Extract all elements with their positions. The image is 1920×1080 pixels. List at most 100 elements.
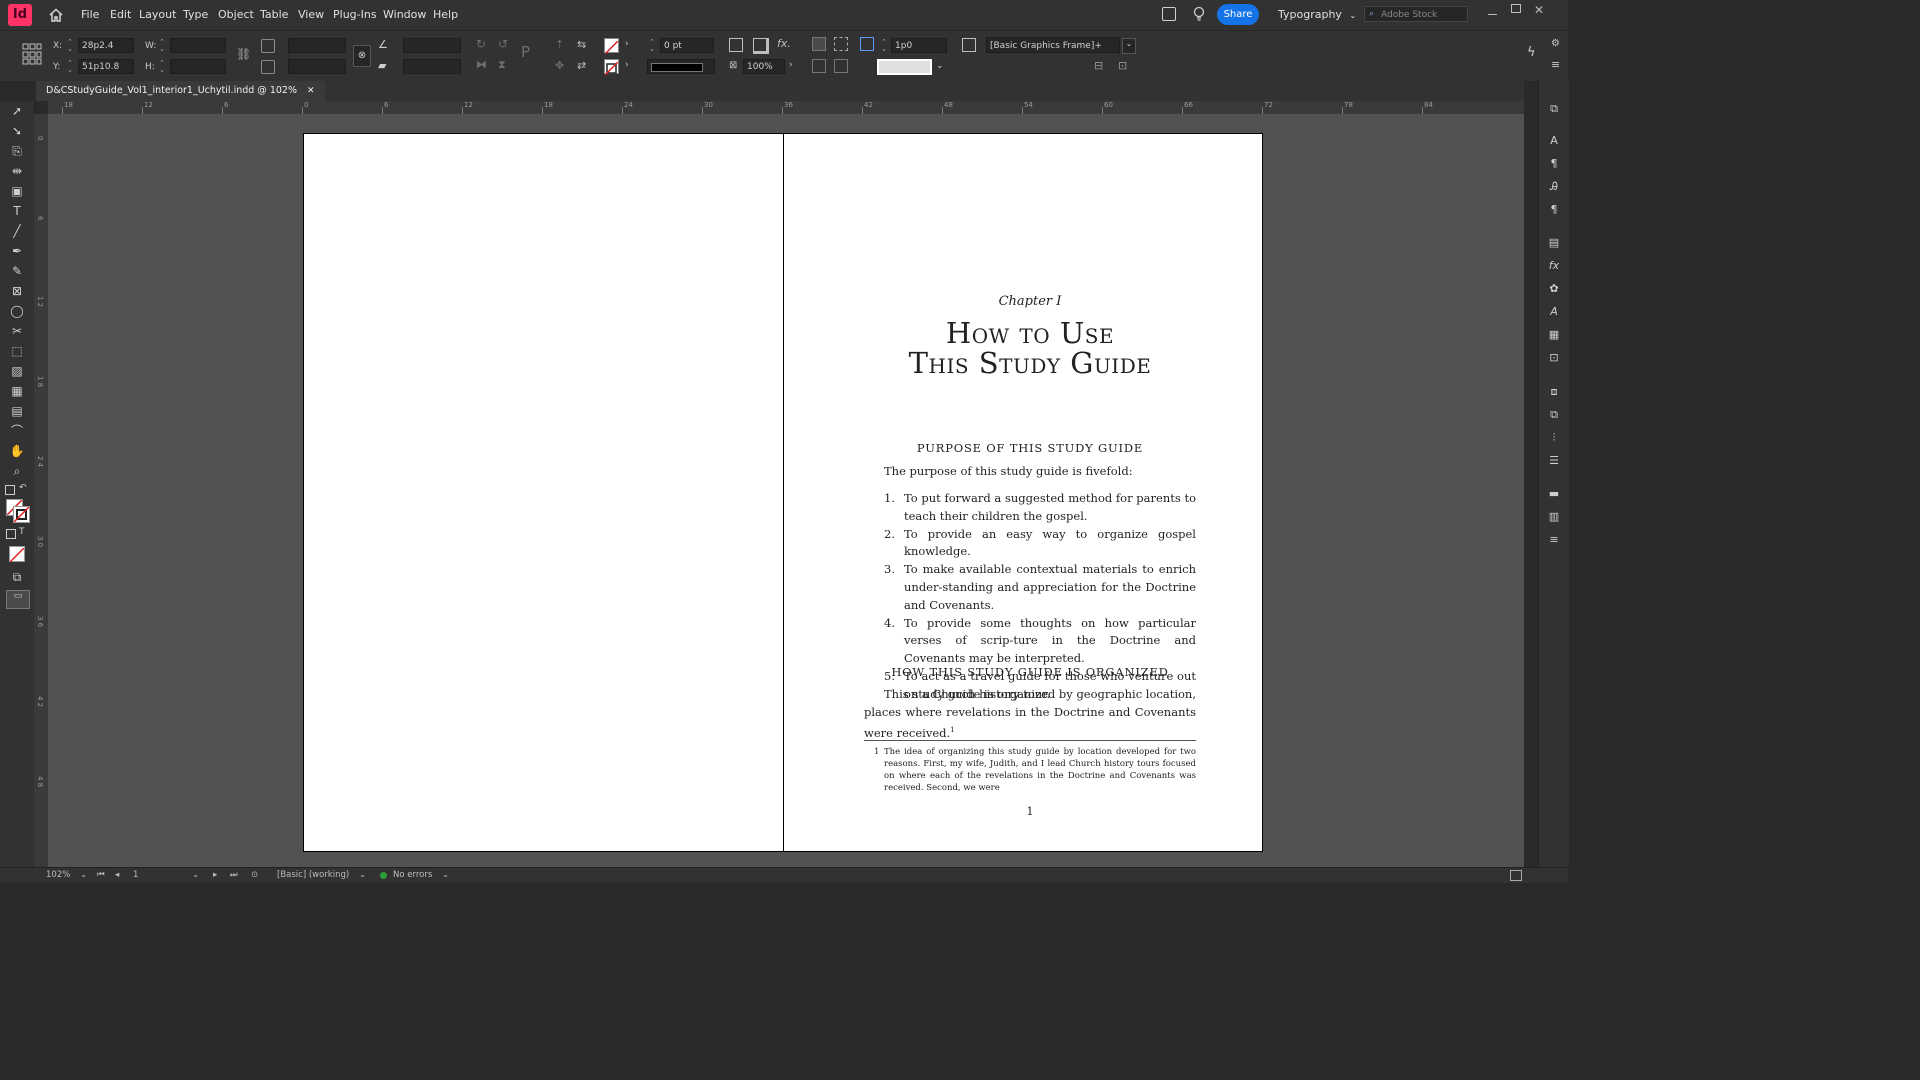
fill-swatch-chevron-icon[interactable]: › xyxy=(625,39,629,49)
panel-menu-icon[interactable]: ≡ xyxy=(1551,58,1560,71)
lightbulb-icon[interactable] xyxy=(1193,6,1205,22)
zoom-level[interactable]: 102% xyxy=(46,870,70,880)
menu-file[interactable]: File xyxy=(81,8,99,21)
y-position-field[interactable]: 51p10.8 xyxy=(78,59,134,74)
minimize-icon[interactable] xyxy=(1488,14,1497,15)
text-wrap-none-icon[interactable] xyxy=(812,37,826,51)
menu-object[interactable]: Object xyxy=(218,8,254,21)
pages-panel-icon[interactable]: ⧉ xyxy=(1547,103,1561,115)
shear-angle-field[interactable] xyxy=(403,59,461,74)
free-transform-tool-icon[interactable]: ⬚ xyxy=(9,344,25,358)
preflight-errors[interactable]: No errors xyxy=(393,870,432,880)
flip-horizontal-icon[interactable]: ⧓ xyxy=(476,58,487,71)
menu-edit[interactable]: Edit xyxy=(110,8,131,21)
formatting-text-icon[interactable]: T xyxy=(19,527,25,537)
stroke-swatch-chevron-icon[interactable]: › xyxy=(625,60,629,70)
color-panel-icon[interactable]: ▬ xyxy=(1547,488,1561,500)
purpose-heading[interactable]: PURPOSE OF THIS STUDY GUIDE xyxy=(864,441,1196,455)
restore-icon[interactable] xyxy=(1511,4,1521,13)
indesign-app-icon[interactable]: Id xyxy=(8,4,32,26)
select-content-icon[interactable]: ✥ xyxy=(555,59,564,72)
align-center-icon[interactable] xyxy=(834,59,848,73)
page-number-field[interactable]: 1 xyxy=(133,870,138,880)
gap-tool-icon[interactable]: ⇹ xyxy=(9,164,25,178)
pencil-tool-icon[interactable]: ✎ xyxy=(9,264,25,278)
open-page-icon[interactable]: ⊙ xyxy=(251,870,258,880)
object-style-dropdown[interactable]: [Basic Graphics Frame]+ xyxy=(986,37,1120,53)
horizontal-ruler[interactable]: 18 12 6 0 6 12 18 24 30 36 42 48 54 60 66 72 78 84 xyxy=(48,101,1524,115)
stroke-weight-stepper[interactable]: ⌃ ⌄ xyxy=(648,39,656,53)
list-item[interactable]: 1. To put forward a suggested method for… xyxy=(864,490,1196,526)
layers-panel-icon[interactable]: ⧉ xyxy=(1547,409,1561,421)
organized-heading[interactable]: HOW THIS STUDY GUIDE IS ORGANIZED xyxy=(864,665,1196,679)
chapter-title[interactable]: How to Use This Study Guide xyxy=(784,318,1276,378)
glyphs-panel-icon[interactable]: A xyxy=(1547,306,1561,318)
hand-tool-icon[interactable]: ✋ xyxy=(9,444,25,458)
scale-y-field[interactable] xyxy=(288,59,346,74)
stroke-color-icon[interactable] xyxy=(13,506,30,523)
color-chevron-icon[interactable]: ⌄ xyxy=(936,61,944,71)
document-tab[interactable]: D&CStudyGuide_Vol1_interior1_Uchytil.ind… xyxy=(36,81,325,101)
constrain-scale-icon[interactable]: ⊗ xyxy=(353,45,371,67)
height-field[interactable] xyxy=(170,59,226,74)
preflight-profile[interactable]: [Basic] (working) xyxy=(277,870,349,880)
cc-libraries-icon[interactable]: ⊡ xyxy=(1547,352,1561,364)
previous-page-icon[interactable]: ◂ xyxy=(115,870,119,880)
x-position-field[interactable]: 28p2.4 xyxy=(78,38,134,53)
direct-selection-tool-icon[interactable]: ➘ xyxy=(9,124,25,138)
status-bar-toggle-icon[interactable] xyxy=(1510,870,1522,881)
home-icon[interactable] xyxy=(48,7,64,22)
gradient-panel-icon[interactable]: ▥ xyxy=(1547,511,1561,523)
h-stepper[interactable]: ⌃ ⌄ xyxy=(158,60,166,74)
text-wrap-bounding-icon[interactable] xyxy=(834,37,848,51)
publish-online-icon[interactable] xyxy=(1162,7,1176,21)
stroke-type-dropdown[interactable] xyxy=(647,59,715,74)
y-stepper[interactable]: ⌃ ⌄ xyxy=(66,60,74,74)
organized-paragraph[interactable]: This study guide is organized by geograp… xyxy=(864,686,1196,742)
break-link-icon[interactable]: ⊡ xyxy=(1118,59,1127,72)
table-panel-icon[interactable]: ▦ xyxy=(1547,329,1561,341)
panel-settings-icon[interactable]: ⚙ xyxy=(1551,38,1560,49)
preflight-chevron-icon[interactable]: ⌄ xyxy=(359,870,366,880)
drop-shadow-icon[interactable] xyxy=(753,38,769,54)
list-item[interactable]: 4. To provide some thoughts on how parti… xyxy=(864,615,1196,668)
reference-point-icon[interactable] xyxy=(22,43,42,65)
content-collector-icon[interactable]: ▣ xyxy=(9,184,25,198)
swap-colors-icon[interactable]: ↶ xyxy=(19,483,27,493)
scissors-tool-icon[interactable]: ✂ xyxy=(9,324,25,338)
share-button[interactable]: Share xyxy=(1217,4,1259,25)
rectangle-frame-tool-icon[interactable]: ⊠ xyxy=(9,284,25,298)
menu-view[interactable]: View xyxy=(298,8,324,21)
opacity-field[interactable]: 100% xyxy=(743,59,785,74)
preview-mode-icon[interactable]: ▭ xyxy=(6,590,30,609)
offset-field[interactable]: 1p0 xyxy=(891,38,947,53)
note-tool-icon[interactable]: ▤ xyxy=(9,404,25,418)
constrain-proportions-icon[interactable]: ⛓ xyxy=(236,47,251,61)
menu-type[interactable]: Type xyxy=(183,8,208,21)
paragraph-styles-icon[interactable]: ¶ xyxy=(1547,204,1561,216)
offset-stepper[interactable]: ⌃ ⌄ xyxy=(880,39,888,53)
purpose-intro[interactable]: The purpose of this study guide is fivef… xyxy=(884,463,1196,481)
menu-help[interactable]: Help xyxy=(433,8,458,21)
menu-window[interactable]: Window xyxy=(383,8,426,21)
page-tool-icon[interactable]: ⎘ xyxy=(9,144,25,158)
fx-icon[interactable]: fx. xyxy=(777,37,791,50)
quick-apply-icon[interactable]: ϟ xyxy=(1527,45,1536,60)
scale-x-field[interactable] xyxy=(288,38,346,53)
selection-tool-icon[interactable]: ➚ xyxy=(9,104,25,118)
chapter-label[interactable]: Chapter I xyxy=(784,294,1276,309)
stroke-panel-icon[interactable]: ≡ xyxy=(1547,534,1561,546)
list-item[interactable]: 2. To provide an easy way to organize go… xyxy=(864,526,1196,562)
x-stepper[interactable]: ⌃ ⌄ xyxy=(66,39,74,53)
gradient-feather-tool-icon[interactable]: ▦ xyxy=(9,384,25,398)
select-next-icon[interactable]: ⇄ xyxy=(577,59,586,72)
stroke-weight-field[interactable]: 0 pt xyxy=(660,38,714,53)
text-wrap-panel-icon[interactable]: ▤ xyxy=(1547,237,1561,249)
type-tool-icon[interactable]: T xyxy=(9,204,25,218)
stroke-swatch[interactable] xyxy=(604,59,619,76)
fill-swatch[interactable] xyxy=(604,38,619,55)
align-top-icon[interactable] xyxy=(812,59,826,73)
rotate-cw-icon[interactable]: ↻ xyxy=(476,37,486,51)
effects-panel-icon[interactable]: fx xyxy=(1547,260,1561,272)
next-page-icon[interactable]: ▸ xyxy=(213,870,217,880)
